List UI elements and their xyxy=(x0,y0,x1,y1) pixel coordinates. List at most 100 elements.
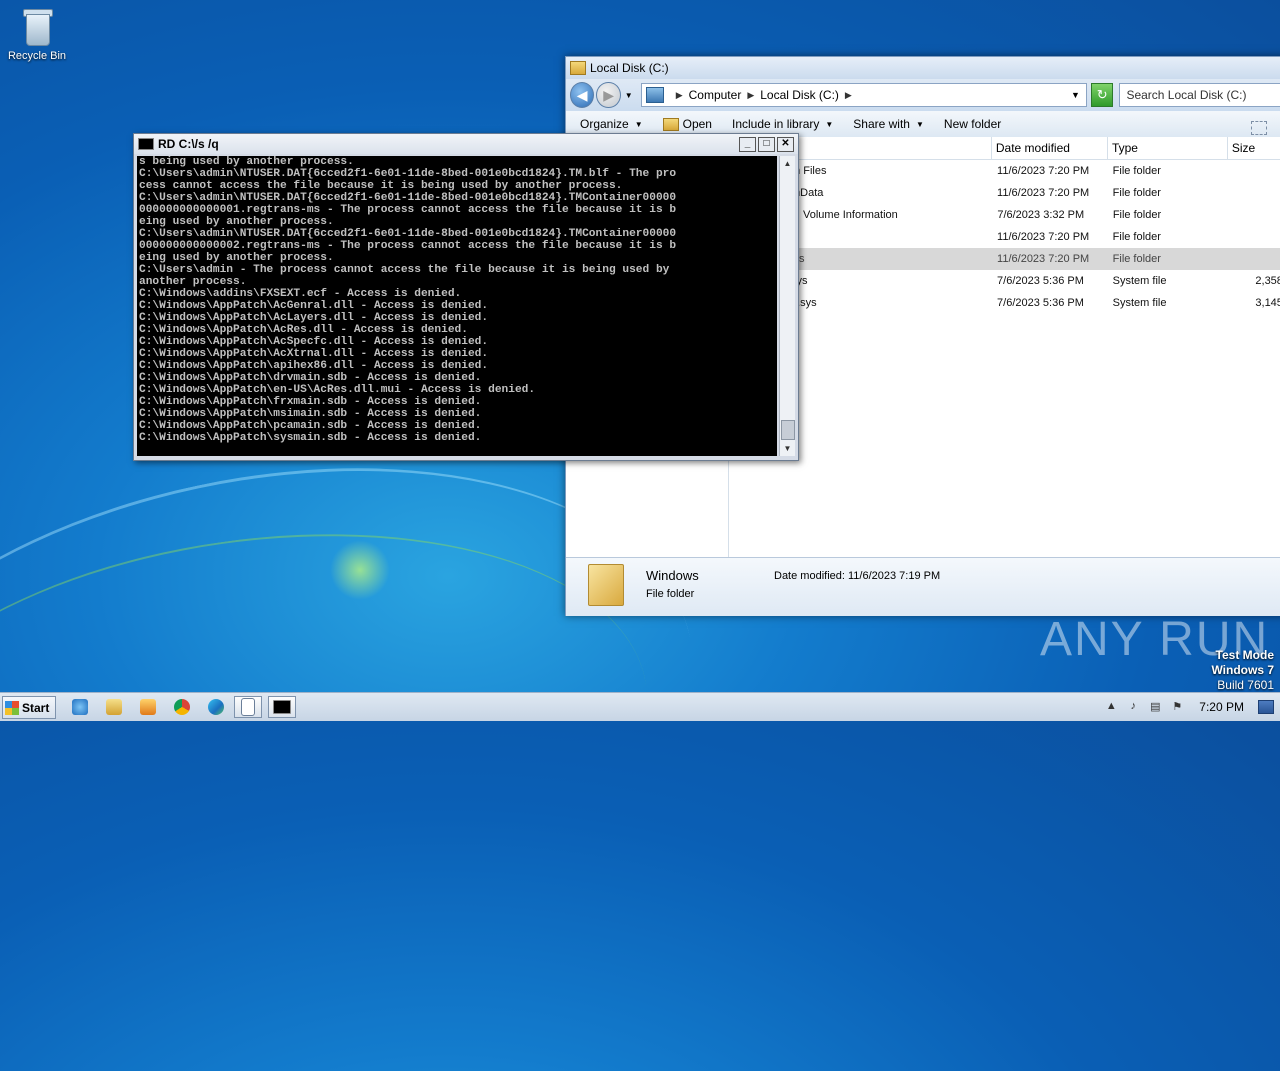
breadcrumb-separator-icon[interactable]: ▶ xyxy=(747,90,754,101)
minimize-button[interactable]: _ xyxy=(739,137,756,152)
file-size: 2,358, xyxy=(1255,275,1280,287)
folder-icon xyxy=(106,699,122,715)
edge-icon xyxy=(208,699,224,715)
scroll-up-icon[interactable]: ▲ xyxy=(780,156,795,171)
chrome-icon xyxy=(174,699,190,715)
back-button[interactable]: ◀ xyxy=(570,82,595,108)
taskbar-chrome[interactable] xyxy=(168,696,196,718)
test-mode-line1: Test Mode xyxy=(1215,648,1274,662)
file-date: 7/6/2023 5:36 PM xyxy=(997,297,1084,309)
file-date: 11/6/2023 7:20 PM xyxy=(997,165,1090,177)
recent-pages-chevron-icon[interactable]: ▼ xyxy=(625,91,633,100)
file-list[interactable]: Date modified Type Size m Files 11/6/202… xyxy=(729,137,1280,557)
drive-icon xyxy=(570,61,586,75)
address-bar[interactable]: ▶ Computer ▶ Local Disk (C:) ▶ ▼ xyxy=(640,83,1087,107)
column-type[interactable]: Type xyxy=(1108,137,1228,159)
view-options-icon[interactable] xyxy=(1251,121,1267,135)
close-button[interactable]: ✕ xyxy=(777,137,794,152)
breadcrumb-computer[interactable]: Computer xyxy=(689,88,742,102)
details-name: Windows xyxy=(646,568,699,583)
recycle-bin-label: Recycle Bin xyxy=(7,50,67,62)
taskbar-internet-explorer[interactable] xyxy=(66,696,94,718)
file-row[interactable]: sys 7/6/2023 5:36 PM System file 2,358, xyxy=(729,270,1280,292)
details-type: File folder xyxy=(646,588,695,600)
column-headers: Date modified Type Size xyxy=(729,137,1280,160)
test-mode-line2: Windows 7 xyxy=(1211,663,1274,677)
new-folder-label: New folder xyxy=(943,117,1002,131)
organize-label: Organize xyxy=(580,117,629,131)
taskbar-cmd[interactable] xyxy=(268,696,296,718)
network-icon[interactable]: ▤ xyxy=(1147,700,1163,714)
taskbar-media-player[interactable] xyxy=(134,696,162,718)
file-type: System file xyxy=(1112,275,1167,287)
organize-button[interactable]: Organize ▼ xyxy=(580,117,643,131)
column-size[interactable]: Size xyxy=(1228,137,1280,159)
file-type: File folder xyxy=(1112,187,1161,199)
start-button[interactable]: Start xyxy=(2,696,56,719)
console-text: s being used by another process. C:\User… xyxy=(139,156,677,444)
chevron-down-icon: ▼ xyxy=(915,119,924,129)
scroll-down-icon[interactable]: ▼ xyxy=(780,441,795,456)
file-date: 11/6/2023 7:20 PM xyxy=(997,253,1090,265)
file-row[interactable]: mData 11/6/2023 7:20 PM File folder xyxy=(729,182,1280,204)
file-row[interactable]: m Files 11/6/2023 7:20 PM File folder xyxy=(729,160,1280,182)
system-tray: ▲ ♪ ▤ ⚑ 7:20 PM xyxy=(1103,693,1280,721)
search-input[interactable]: Search Local Disk (C:) xyxy=(1119,83,1280,107)
file-row[interactable]: Volume Information 7/6/2023 3:32 PM File… xyxy=(729,204,1280,226)
console-scrollbar[interactable]: ▲ ▼ xyxy=(779,156,795,456)
console-window[interactable]: RD C:\/s /q _ □ ✕ s being used by anothe… xyxy=(133,133,799,461)
file-type: System file xyxy=(1112,297,1167,309)
file-type: File folder xyxy=(1112,253,1161,265)
chevron-down-icon: ▼ xyxy=(634,119,643,129)
desktop-icon-recycle-bin[interactable]: Recycle Bin xyxy=(6,6,68,62)
taskbar-edge[interactable] xyxy=(202,696,230,718)
computer-icon xyxy=(645,87,664,103)
file-type: File folder xyxy=(1112,209,1162,221)
breadcrumb-local-disk[interactable]: Local Disk (C:) xyxy=(760,88,839,102)
taskbar: Start ▲ ♪ ▤ ⚑ 7:20 PM xyxy=(0,692,1280,721)
file-date: 7/6/2023 5:36 PM xyxy=(997,275,1084,287)
file-row[interactable]: e.sys 7/6/2023 5:36 PM System file 3,145… xyxy=(729,292,1280,314)
taskbar-notepad[interactable] xyxy=(234,696,262,718)
test-mode-notice: Test Mode Windows 7 Build 7601 xyxy=(1211,648,1274,693)
column-date-modified[interactable]: Date modified xyxy=(992,137,1108,159)
document-icon xyxy=(241,698,255,716)
address-dropdown-icon[interactable]: ▼ xyxy=(1071,90,1080,100)
share-label: Share with xyxy=(853,117,910,131)
file-row-selected[interactable]: ws 11/6/2023 7:20 PM File folder xyxy=(729,248,1280,270)
action-center-flag-icon[interactable]: ⚑ xyxy=(1169,700,1185,714)
cmd-icon xyxy=(273,700,291,714)
include-in-library-button[interactable]: Include in library ▼ xyxy=(732,117,833,131)
show-hidden-icons-icon[interactable]: ▲ xyxy=(1103,700,1119,714)
ie-icon xyxy=(72,699,88,715)
taskbar-explorer[interactable] xyxy=(100,696,128,718)
chevron-down-icon: ▼ xyxy=(825,119,834,129)
scroll-thumb[interactable] xyxy=(781,420,795,440)
console-titlebar[interactable]: RD C:\/s /q _ □ ✕ xyxy=(134,134,798,154)
clock[interactable]: 7:20 PM xyxy=(1199,700,1244,714)
show-desktop-button[interactable] xyxy=(1258,700,1274,714)
refresh-button[interactable]: ↻ xyxy=(1090,83,1114,107)
folder-icon xyxy=(662,117,679,131)
file-row[interactable]: 11/6/2023 7:20 PM File folder xyxy=(729,226,1280,248)
folder-icon xyxy=(588,564,624,606)
breadcrumb-separator-icon[interactable]: ▶ xyxy=(676,90,683,101)
volume-icon[interactable]: ♪ xyxy=(1125,700,1141,714)
file-date: 7/6/2023 3:32 PM xyxy=(997,209,1085,221)
open-button[interactable]: Open xyxy=(662,117,712,131)
share-with-button[interactable]: Share with ▼ xyxy=(853,117,924,131)
explorer-title: Local Disk (C:) xyxy=(590,61,669,75)
include-label: Include in library xyxy=(731,117,820,131)
windows-logo-icon xyxy=(5,700,19,715)
maximize-button[interactable]: □ xyxy=(758,137,775,152)
details-date-modified: Date modified: 11/6/2023 7:19 PM xyxy=(774,570,941,582)
breadcrumb-separator-icon[interactable]: ▶ xyxy=(845,90,852,101)
forward-button[interactable]: ▶ xyxy=(596,82,621,108)
console-output[interactable]: s being used by another process. C:\User… xyxy=(137,156,777,456)
explorer-titlebar[interactable]: Local Disk (C:) xyxy=(566,57,1280,79)
console-title: RD C:\/s /q xyxy=(158,137,219,151)
new-folder-button[interactable]: New folder xyxy=(944,117,1001,131)
file-type: File folder xyxy=(1112,165,1161,177)
wallpaper-logo xyxy=(330,540,390,600)
explorer-address-row: ◀ ▶ ▼ ▶ Computer ▶ Local Disk (C:) ▶ ▼ ↻… xyxy=(566,79,1280,111)
